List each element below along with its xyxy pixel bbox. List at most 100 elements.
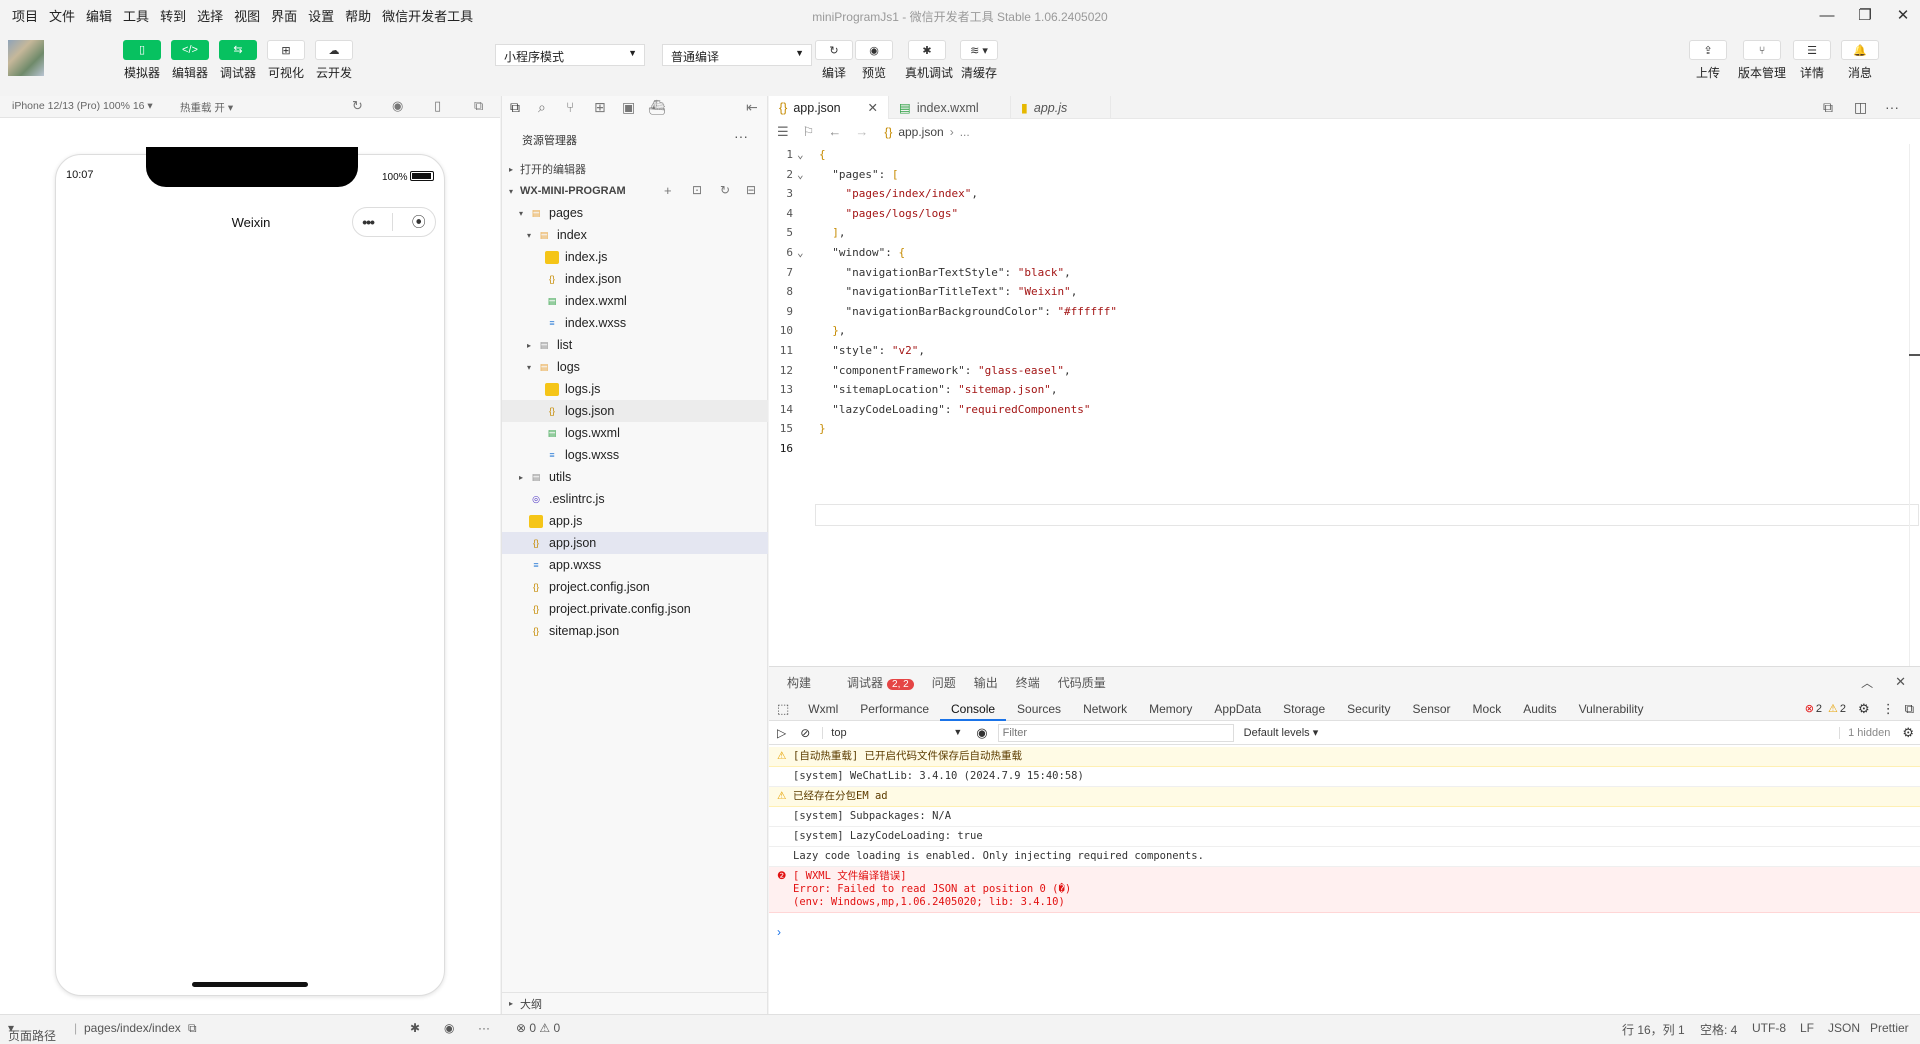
breadcrumb-more[interactable]: ... <box>960 125 970 139</box>
levels-select[interactable]: Default levels ▾ <box>1244 726 1319 739</box>
capsule-menu[interactable]: ••• ⦿ <box>352 207 436 237</box>
line-ending[interactable]: LF <box>1800 1021 1814 1035</box>
phone-icon[interactable]: ▯ <box>434 98 441 114</box>
forward-icon[interactable]: → <box>855 124 868 139</box>
tab-terminal[interactable]: 终端 <box>1016 674 1040 691</box>
eye-icon[interactable]: ◉ <box>444 1021 454 1035</box>
menu-item[interactable]: 界面 <box>271 6 297 25</box>
compile-button[interactable]: ↻ 编译 <box>812 40 856 81</box>
console-message[interactable]: Lazy code loading is enabled. Only injec… <box>769 847 1920 867</box>
menu-item[interactable]: 帮助 <box>345 6 371 25</box>
tree-item[interactable]: logs.js <box>502 378 768 400</box>
filter-input[interactable] <box>997 723 1234 742</box>
storage-icon[interactable]: ▣ <box>622 99 635 116</box>
devtools-tab-sensor[interactable]: Sensor <box>1402 697 1462 721</box>
collapse-all-icon[interactable]: ⊟ <box>746 183 756 197</box>
menu-item[interactable]: 项目 <box>12 6 38 25</box>
console-message[interactable]: ⚠ [自动热重载] 已开启代码文件保存后自动热重载 <box>769 747 1920 767</box>
collapse-icon[interactable]: ⇤ <box>746 99 758 116</box>
tab-output[interactable]: 输出 <box>974 674 998 691</box>
more-icon[interactable]: ··· <box>478 1021 490 1035</box>
cursor-position[interactable]: 行 16，列 1 <box>1622 1021 1685 1038</box>
tree-item[interactable]: ▸ ▤ utils <box>502 466 768 488</box>
more-icon[interactable]: ··· <box>734 128 748 144</box>
close-panel-icon[interactable]: ✕ <box>1895 674 1906 690</box>
tree-item[interactable]: ▾ ▤ pages <box>502 202 768 224</box>
indent-spaces[interactable]: 空格: 4 <box>1700 1021 1737 1038</box>
version-button[interactable]: ⑂ 版本管理 <box>1738 40 1786 81</box>
console-message[interactable]: ⚠ 已经存在分包EM ad <box>769 787 1920 807</box>
menu-item[interactable]: 工具 <box>123 6 149 25</box>
tree-item[interactable]: ▤ logs.wxml <box>502 422 768 444</box>
file-encoding[interactable]: UTF-8 <box>1752 1021 1786 1035</box>
context-select[interactable]: top ▼ <box>822 726 962 739</box>
tree-item[interactable]: {} sitemap.json <box>502 620 768 642</box>
tree-item[interactable]: {} logs.json <box>502 400 768 422</box>
cloud-dev-button[interactable]: ☁ 云开发 <box>312 40 356 81</box>
console-message[interactable]: [system] LazyCodeLoading: true <box>769 827 1920 847</box>
tree-item[interactable]: app.js <box>502 510 768 532</box>
clear-console-icon[interactable]: ⊘ <box>800 726 810 740</box>
hot-reload-toggle[interactable]: 热重载 开 ▾ <box>180 100 233 115</box>
tree-item[interactable]: {} app.json <box>502 532 768 554</box>
project-section[interactable]: ▾ WX-MINI-PROGRAM + ⊡ ↻ ⊟ <box>502 180 768 202</box>
back-icon[interactable]: ← <box>828 124 841 139</box>
project-avatar[interactable] <box>8 40 44 76</box>
code-editor[interactable]: 1 ⌄{2 ⌄ "pages": [3 "pages/index/index", 4 … <box>769 144 1920 666</box>
tree-item[interactable]: {} index.json <box>502 268 768 290</box>
language-mode[interactable]: JSON <box>1828 1021 1860 1035</box>
tab-app-json[interactable]: {} app.json ✕ <box>769 96 889 119</box>
devtools-tab-audits[interactable]: Audits <box>1512 697 1567 721</box>
tree-item[interactable]: ▾ ▤ logs <box>502 356 768 378</box>
tree-item[interactable]: {} project.config.json <box>502 576 768 598</box>
search-icon[interactable]: ⌕ <box>538 99 546 116</box>
devtools-tab-appdata[interactable]: AppData <box>1203 697 1272 721</box>
formatter[interactable]: Prettier <box>1870 1021 1909 1035</box>
tab-code-quality[interactable]: 代码质量 <box>1058 674 1106 691</box>
extensions-icon[interactable]: ⊞ <box>594 99 606 116</box>
new-folder-icon[interactable]: ⊡ <box>692 183 702 197</box>
devtools-tab-wxml[interactable]: Wxml <box>797 697 849 721</box>
sidebar-toggle-icon[interactable]: ▷ <box>777 726 786 740</box>
tree-item[interactable]: ▾ ▤ index <box>502 224 768 246</box>
messages-button[interactable]: 🔔 消息 <box>1838 40 1882 81</box>
more-actions-icon[interactable]: ··· <box>1885 99 1899 115</box>
devtools-tab-console[interactable]: Console <box>940 697 1007 721</box>
tab-index-wxml[interactable]: ▤ index.wxml <box>889 96 1011 119</box>
console-settings-icon[interactable]: ⚙ <box>1902 725 1914 741</box>
breadcrumb-file[interactable]: app.json <box>898 125 943 139</box>
tab-debugger[interactable]: 调试器 2, 2 <box>829 674 914 691</box>
tab-app-js[interactable]: ▮ app.js <box>1011 96 1111 119</box>
devtools-tab-memory[interactable]: Memory <box>1138 697 1203 721</box>
menu-item[interactable]: 转到 <box>160 6 186 25</box>
tree-item[interactable]: ▸ ▤ list <box>502 334 768 356</box>
settings-gear-icon[interactable]: ⚙ <box>1858 701 1870 717</box>
close-circle-icon[interactable]: ⦿ <box>412 212 426 232</box>
debugger-button[interactable]: ⇆ 调试器 <box>216 40 260 81</box>
devtools-tab-security[interactable]: Security <box>1336 697 1401 721</box>
source-control-icon[interactable]: ⑂ <box>566 99 574 115</box>
tree-item[interactable]: ≡ app.wxss <box>502 554 768 576</box>
inspect-icon[interactable]: ⬚ <box>769 697 797 721</box>
tab-problems[interactable]: 问题 <box>932 674 956 691</box>
detach-icon[interactable]: ⧉ <box>474 98 483 114</box>
diff-icon[interactable]: ⧉ <box>1823 99 1833 116</box>
devtools-tab-vulnerability[interactable]: Vulnerability <box>1568 697 1655 721</box>
close-tab-icon[interactable]: ✕ <box>868 100 878 115</box>
preview-button[interactable]: ◉ 预览 <box>852 40 896 81</box>
new-file-icon[interactable]: + <box>664 183 672 198</box>
devtools-tab-sources[interactable]: Sources <box>1006 697 1072 721</box>
split-editor-icon[interactable]: ◫ <box>1854 99 1867 116</box>
tab-build[interactable]: 构建 <box>787 674 811 691</box>
tree-item[interactable]: {} project.private.config.json <box>502 598 768 620</box>
devtools-tab-performance[interactable]: Performance <box>849 697 940 721</box>
menu-item[interactable]: 微信开发者工具 <box>382 6 473 25</box>
more-dots-icon[interactable]: ••• <box>362 214 375 230</box>
eye-icon[interactable]: ◉ <box>976 725 987 741</box>
menu-item[interactable]: 设置 <box>308 6 334 25</box>
console-message[interactable]: ❷ [ WXML 文件编译错误] Error: Failed to read JS… <box>769 867 1920 913</box>
clear-cache-button[interactable]: ≋ ▾ 清缓存 <box>957 40 1001 81</box>
fold-chevron-icon[interactable]: ⌄ <box>797 246 804 259</box>
simulator-button[interactable]: ▯ 模拟器 <box>120 40 164 81</box>
tree-item[interactable]: ≡ logs.wxss <box>502 444 768 466</box>
